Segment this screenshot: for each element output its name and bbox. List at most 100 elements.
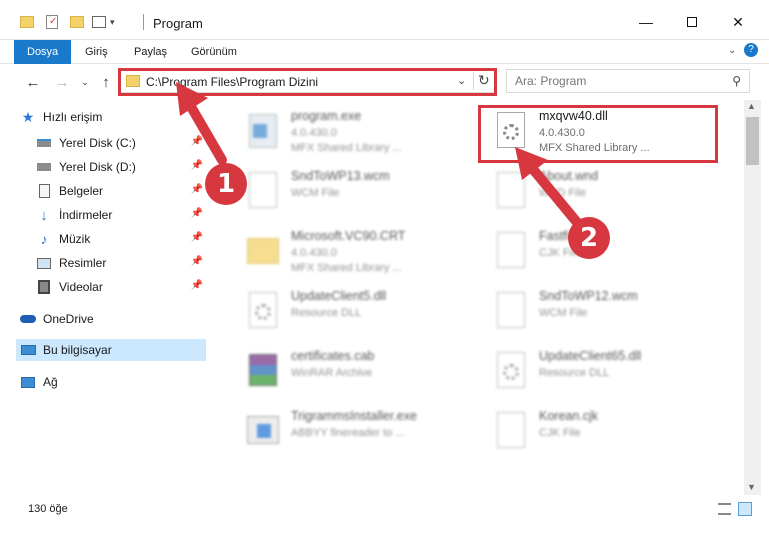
pin-icon[interactable]: 📌 — [191, 184, 203, 195]
file-name: About.wnd — [539, 169, 599, 183]
scroll-down-icon[interactable]: ▼ — [747, 482, 756, 492]
pin-icon[interactable]: 📌 — [191, 208, 203, 219]
maximize-button[interactable] — [678, 10, 706, 34]
pin-icon[interactable]: 📌 — [191, 232, 203, 243]
help-icon[interactable]: ? — [744, 43, 758, 57]
pin-icon[interactable]: 📌 — [191, 256, 203, 267]
sidebar-item-documents[interactable]: Belgeler 📌 — [16, 180, 206, 202]
picture-icon — [36, 255, 52, 271]
arrow-right-icon: → — [54, 73, 70, 91]
forward-button[interactable]: → — [53, 73, 71, 91]
file-item[interactable]: Korean.cjk CJK File — [479, 404, 719, 460]
file-name: UpdateClient5.dll — [291, 289, 387, 303]
sidebar-item-downloads[interactable]: ↓ İndirmeler 📌 — [16, 204, 206, 226]
file-item[interactable]: Microsoft.VC90.CRT 4.0.430.0 MFX Shared … — [231, 224, 471, 280]
dll-file-icon — [243, 290, 281, 332]
file-item[interactable]: About.wnd WND File — [479, 164, 719, 220]
minimize-button[interactable]: — — [632, 10, 660, 34]
file-item[interactable]: UpdateClient65.dll Resource DLL — [479, 344, 719, 400]
up-button[interactable]: ↑ — [97, 73, 115, 91]
file-detail: CJK File — [539, 427, 581, 439]
pin-icon[interactable]: 📌 — [191, 136, 203, 147]
sidebar-item-pictures[interactable]: Resimler 📌 — [16, 252, 206, 274]
cloud-icon — [20, 311, 36, 327]
file-name: SndToWP13.wcm — [291, 169, 390, 183]
step-1-callout: 1 — [205, 163, 247, 205]
maximize-icon — [687, 17, 697, 27]
sidebar-item-videos[interactable]: Videolar 📌 — [16, 276, 206, 298]
vertical-scrollbar[interactable]: ▲ ▼ — [744, 100, 761, 495]
generic-file-icon — [491, 230, 529, 272]
file-detail: 4.0.430.0 — [291, 247, 337, 259]
file-detail: WCM File — [291, 187, 340, 199]
installer-file-icon — [243, 410, 281, 452]
sidebar-item-onedrive[interactable]: OneDrive — [16, 308, 206, 330]
file-detail: ABBYY finereader to ... — [291, 427, 405, 439]
archive-file-icon — [243, 350, 281, 392]
details-view-icon[interactable] — [718, 503, 731, 515]
address-highlight-box — [118, 68, 497, 96]
drive-icon — [36, 159, 52, 175]
sidebar-item-disk-d[interactable]: Yerel Disk (D:) 📌 — [16, 156, 206, 178]
sidebar-item-label: Yerel Disk (C:) — [59, 136, 136, 150]
new-folder-icon[interactable] — [70, 16, 84, 28]
properties-icon[interactable]: ✓ — [46, 15, 58, 29]
navigation-pane: ★ Hızlı erişim Yerel Disk (C:) 📌 Yerel D… — [0, 100, 210, 495]
tiles-view-icon[interactable] — [738, 502, 752, 516]
tab-share[interactable]: Paylaş — [134, 40, 167, 64]
expand-ribbon-icon[interactable]: ⌄ — [728, 45, 736, 56]
file-detail: WinRAR Archive — [291, 367, 373, 379]
title-separator — [143, 14, 144, 30]
folder-icon[interactable] — [20, 16, 34, 28]
exe-file-icon — [243, 110, 281, 152]
sidebar-item-label: İndirmeler — [59, 208, 113, 222]
sidebar-item-music[interactable]: ♪ Müzik 📌 — [16, 228, 206, 250]
file-item[interactable]: program.exe 4.0.430.0 MFX Shared Library… — [231, 104, 471, 160]
file-item[interactable]: UpdateClient5.dll Resource DLL — [231, 284, 471, 340]
search-box[interactable]: ⚲ — [506, 69, 750, 93]
computer-icon — [20, 342, 36, 358]
step-2-callout: 2 — [568, 217, 610, 259]
pin-icon[interactable]: 📌 — [191, 160, 203, 171]
back-button[interactable]: ← — [24, 73, 42, 91]
chevron-down-icon[interactable]: ▾ — [110, 17, 115, 28]
star-icon: ★ — [21, 108, 35, 125]
file-detail: Resource DLL — [539, 367, 610, 379]
sidebar-item-quick-access[interactable]: ★ Hızlı erişim — [16, 106, 206, 128]
minimize-icon: — — [639, 14, 653, 30]
item-count: 130 öğe — [28, 503, 68, 515]
scroll-thumb[interactable] — [746, 117, 759, 165]
file-type: MFX Shared Library ... — [291, 142, 402, 154]
sidebar-item-label: Müzik — [59, 232, 91, 246]
recent-locations-button[interactable]: ⌄ — [76, 73, 94, 91]
file-item[interactable]: TrigrammsInstaller.exe ABBYY finereader … — [231, 404, 471, 460]
file-name: SndToWP12.wcm — [539, 289, 638, 303]
sidebar-item-label: Belgeler — [59, 184, 104, 198]
generic-file-icon — [243, 170, 281, 212]
file-item[interactable]: certificates.cab WinRAR Archive — [231, 344, 471, 400]
drive-icon — [36, 135, 52, 151]
file-item[interactable]: SndToWP13.wcm WCM File — [231, 164, 471, 220]
tab-home[interactable]: Giriş — [85, 40, 108, 64]
tab-view[interactable]: Görünüm — [191, 40, 237, 64]
generic-file-icon — [491, 170, 529, 212]
sidebar-item-label: Bu bilgisayar — [43, 343, 112, 357]
file-name: UpdateClient65.dll — [539, 349, 642, 363]
search-input[interactable] — [515, 74, 715, 88]
sidebar-item-this-pc[interactable]: Bu bilgisayar — [16, 339, 206, 361]
file-item[interactable]: SndToWP12.wcm WCM File — [479, 284, 719, 340]
generic-file-icon — [491, 410, 529, 452]
title-bar: ✓ ▾ Program — ✕ — [0, 0, 769, 40]
video-icon — [36, 279, 52, 295]
view-icon[interactable] — [92, 16, 106, 28]
file-name: Microsoft.VC90.CRT — [291, 229, 406, 243]
sidebar-item-label: OneDrive — [43, 312, 94, 326]
sidebar-item-disk-c[interactable]: Yerel Disk (C:) 📌 — [16, 132, 206, 154]
sidebar-item-label: Yerel Disk (D:) — [59, 160, 136, 174]
sidebar-item-network[interactable]: Ağ — [16, 371, 206, 393]
search-icon[interactable]: ⚲ — [732, 74, 741, 88]
scroll-up-icon[interactable]: ▲ — [747, 101, 756, 111]
tab-file[interactable]: Dosya — [14, 40, 72, 64]
pin-icon[interactable]: 📌 — [191, 280, 203, 291]
close-button[interactable]: ✕ — [724, 10, 752, 34]
